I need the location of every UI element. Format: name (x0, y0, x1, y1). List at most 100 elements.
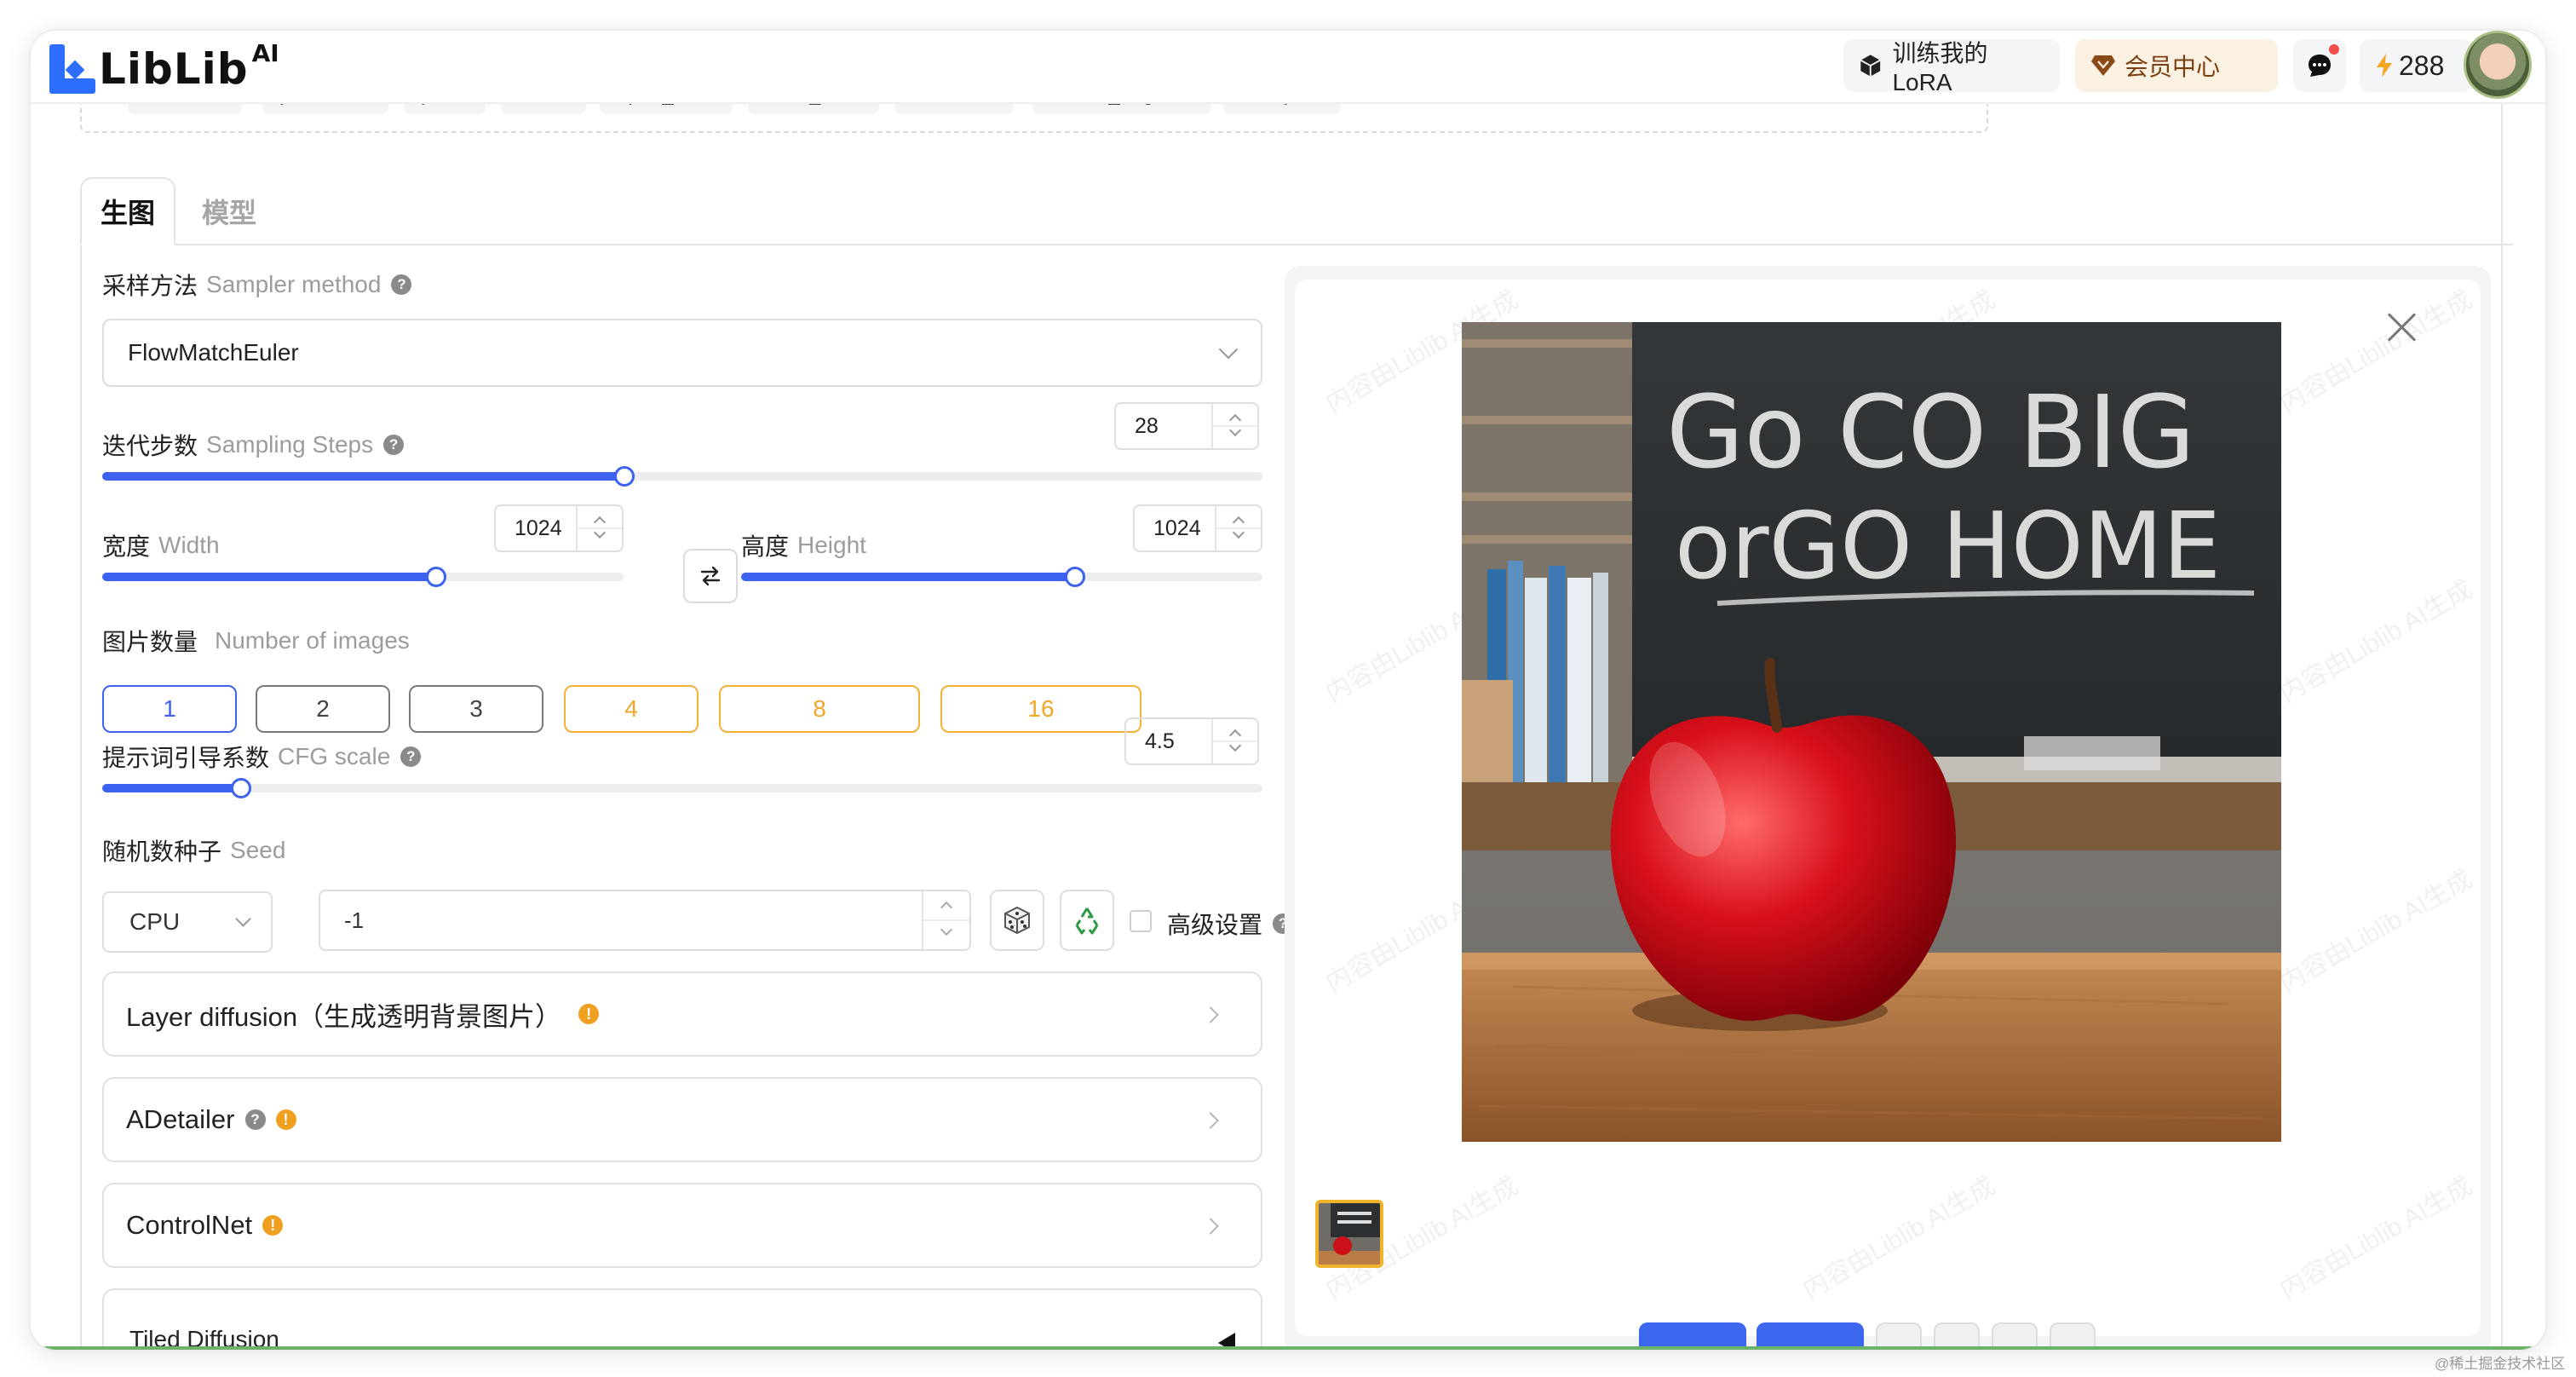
help-icon[interactable]: ? (383, 435, 405, 455)
sampler-label: 采样方法 Sampler method? (102, 268, 412, 302)
steps-slider-handle[interactable] (614, 466, 635, 487)
sampler-value: FlowMatchEuler (128, 339, 299, 366)
watermark-text: 内容由Liblib AI生成 (2274, 285, 2477, 419)
num-images-option-3[interactable]: 3 (409, 685, 543, 733)
num-images-option-16[interactable]: 16 (940, 685, 1141, 733)
warning-icon: ! (275, 1109, 296, 1130)
top-header: LibLib AI 训练我的LoRA 会员中心 288 (31, 31, 2545, 104)
height-slider-handle[interactable] (1065, 567, 1085, 587)
width-slider-handle[interactable] (426, 567, 446, 587)
cfg-stepper[interactable] (1211, 719, 1257, 763)
advanced-settings-label: 高级设置? (1167, 907, 1294, 941)
credits-button[interactable]: 288 (2360, 39, 2472, 92)
num-images-option-4[interactable]: 4 (564, 685, 699, 733)
accordion-adetailer[interactable]: ADetailer?! (102, 1077, 1262, 1162)
seed-label-en: Seed (230, 837, 286, 863)
height-input[interactable]: 1024 (1133, 504, 1262, 552)
cube-icon (1860, 55, 1881, 77)
height-slider[interactable] (741, 567, 1262, 587)
steps-slider[interactable] (102, 466, 1262, 487)
vip-center-button[interactable]: 会员中心 (2075, 39, 2278, 92)
device-select[interactable]: CPU (102, 891, 273, 953)
close-icon[interactable] (2383, 308, 2421, 346)
app-window: notebookpaintbrushpencilbookopen_bookboo… (31, 31, 2545, 1350)
logo-text: LibLib (99, 44, 249, 94)
num-images-option-2[interactable]: 2 (256, 685, 390, 733)
num-images-option-1[interactable]: 1 (102, 685, 237, 733)
recycle-icon (1075, 907, 1099, 935)
footer-note: @稀土掘金技术社区 (2435, 1356, 2566, 1372)
decrement-icon[interactable] (940, 923, 953, 936)
dice-icon (1004, 906, 1030, 935)
steps-value: 28 (1135, 413, 1159, 438)
sampler-label-en: Sampler method (206, 271, 382, 297)
random-seed-button[interactable] (990, 890, 1044, 951)
sampler-select[interactable]: FlowMatchEuler (102, 319, 1262, 387)
seed-input[interactable]: -1 (319, 890, 971, 951)
swap-arrows-icon (700, 566, 721, 586)
chat-bubble-icon (2309, 55, 2331, 77)
logo-mark-icon (49, 44, 95, 94)
width-label: 宽度 Width (102, 528, 220, 562)
warning-icon: ! (578, 1004, 600, 1024)
chevron-right-icon (1202, 1006, 1219, 1023)
steps-stepper[interactable] (1211, 404, 1257, 448)
device-value: CPU (129, 908, 181, 935)
image-thumbnail[interactable] (1315, 1200, 1383, 1268)
tab-divider (80, 244, 2513, 245)
accordion-tiled-diffusion[interactable]: Tiled Diffusion (102, 1288, 1262, 1350)
cfg-slider-fill (102, 784, 241, 792)
tab-generate[interactable]: 生图 (80, 177, 175, 245)
generated-image-art: Go CO BIG orGO HOME (1462, 322, 2281, 1142)
steps-input[interactable]: 28 (1114, 402, 1259, 450)
user-avatar[interactable] (2464, 31, 2532, 99)
messages-button[interactable] (2293, 39, 2346, 92)
panel-left-edge (80, 244, 82, 1350)
num-images-label-cn: 图片数量 (102, 629, 198, 655)
cfg-value: 4.5 (1145, 729, 1175, 753)
sampler-label-cn: 采样方法 (102, 273, 198, 299)
help-icon[interactable]: ? (400, 746, 422, 767)
height-label: 高度 Height (741, 528, 866, 562)
seed-stepper[interactable] (922, 891, 969, 949)
diamond-icon (2091, 55, 2115, 76)
help-icon[interactable]: ? (391, 274, 412, 295)
width-input[interactable]: 1024 (494, 504, 624, 552)
width-slider[interactable] (102, 567, 624, 587)
steps-slider-fill (102, 472, 624, 481)
watermark-text: 内容由Liblib AI生成 (2274, 1171, 2477, 1305)
height-stepper[interactable] (1215, 506, 1261, 550)
cfg-slider[interactable] (102, 778, 1262, 798)
train-lora-button[interactable]: 训练我的LoRA (1843, 39, 2060, 95)
advanced-settings-text: 高级设置 (1167, 912, 1263, 938)
width-value: 1024 (515, 516, 562, 540)
accordion-title: Layer diffusion（生成透明背景图片） (126, 1001, 562, 1032)
cfg-input[interactable]: 4.5 (1124, 717, 1259, 765)
height-slider-fill (741, 573, 1075, 581)
cfg-slider-handle[interactable] (231, 778, 251, 798)
liblib-logo[interactable]: LibLib AI (49, 39, 279, 94)
tab-model[interactable]: 模型 (182, 177, 276, 245)
warning-icon: ! (262, 1215, 284, 1236)
logo-superscript: AI (251, 39, 279, 67)
chevron-right-icon (1202, 1218, 1219, 1235)
advanced-settings-checkbox[interactable] (1130, 910, 1152, 932)
thumbnail-art (1319, 1203, 1380, 1265)
width-stepper[interactable] (576, 506, 622, 550)
steps-label: 迭代步数 Sampling Steps? (102, 428, 405, 462)
num-images-option-8[interactable]: 8 (719, 685, 920, 733)
generated-image[interactable]: Go CO BIG orGO HOME (1462, 322, 2281, 1142)
reuse-seed-button[interactable] (1060, 890, 1114, 951)
steps-label-cn: 迭代步数 (102, 433, 198, 459)
vip-center-label: 会员中心 (2125, 54, 2221, 80)
seed-value: -1 (344, 907, 365, 933)
help-icon[interactable]: ? (244, 1109, 266, 1130)
watermark-text: 内容由Liblib AI生成 (2274, 574, 2477, 709)
watermark-text: 内容由Liblib AI生成 (1797, 1171, 2000, 1305)
increment-icon[interactable] (940, 901, 953, 914)
accordion-controlnet[interactable]: ControlNet! (102, 1183, 1262, 1268)
cfg-label-cn: 提示词引导系数 (102, 745, 270, 771)
accordion-layer-diffusion[interactable]: Layer diffusion（生成透明背景图片）! (102, 971, 1262, 1057)
swap-dimensions-button[interactable] (683, 549, 738, 603)
width-label-en: Width (158, 532, 220, 558)
